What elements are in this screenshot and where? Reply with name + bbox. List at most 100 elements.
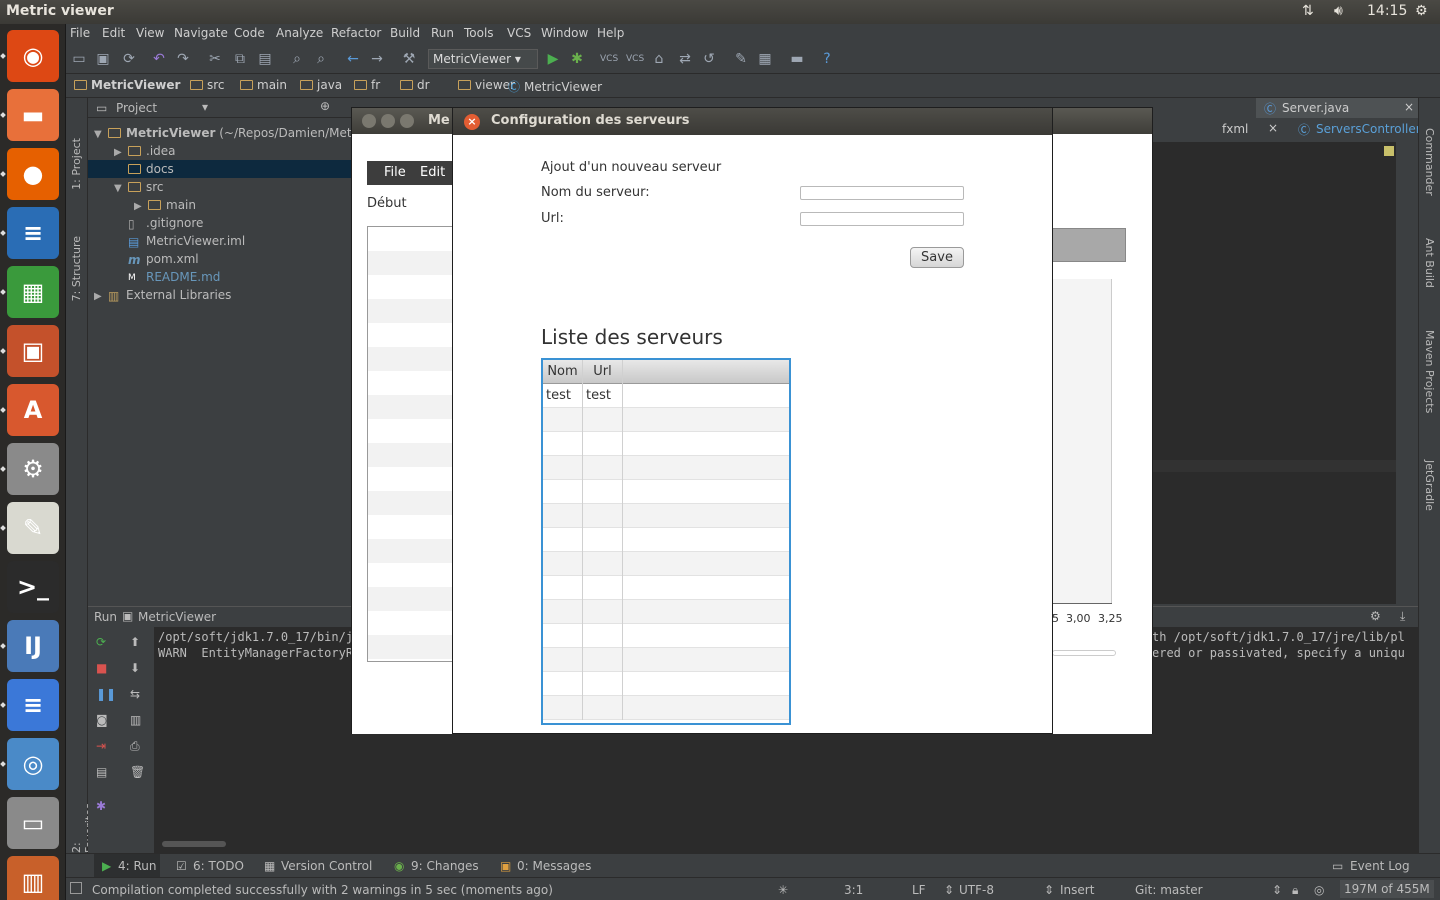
list-row[interactable]: [368, 275, 452, 299]
menu-help[interactable]: Help: [597, 26, 624, 40]
list-row[interactable]: [368, 347, 452, 371]
stop-icon[interactable]: ■: [96, 661, 107, 675]
sync-icon[interactable]: ⟳: [120, 50, 138, 68]
menu-vcs[interactable]: VCS: [507, 26, 531, 40]
table-row[interactable]: [543, 624, 789, 648]
menu-file[interactable]: File: [70, 26, 90, 40]
tool-structure[interactable]: 7: Structure: [70, 236, 83, 301]
copy-icon[interactable]: ⧉: [231, 50, 249, 68]
paste-icon[interactable]: ▤: [256, 50, 274, 68]
up-icon[interactable]: ⬆: [130, 635, 140, 649]
structure-icon[interactable]: ▦: [756, 50, 774, 68]
tab-event-log[interactable]: Event Log: [1350, 859, 1410, 873]
print-icon[interactable]: ⎙: [130, 739, 140, 754]
software-center-icon[interactable]: A: [7, 384, 59, 436]
impress-icon[interactable]: ▣: [7, 325, 59, 377]
table-row[interactable]: [543, 432, 789, 456]
project-view-select[interactable]: Project: [116, 101, 157, 115]
menu-run[interactable]: Run: [431, 26, 454, 40]
menu-refactor[interactable]: Refactor: [331, 26, 381, 40]
list-row[interactable]: [368, 371, 452, 395]
list-row[interactable]: [368, 539, 452, 563]
tree-item[interactable]: ▶ ▥ External Libraries: [88, 286, 352, 304]
git-branch[interactable]: Git: master: [1135, 883, 1203, 897]
debug-icon[interactable]: ✱: [568, 50, 586, 68]
maximize-icon[interactable]: [400, 114, 414, 128]
list-row[interactable]: [368, 611, 452, 635]
line-separator[interactable]: LF: [912, 883, 926, 897]
horizontal-scrollbar[interactable]: [162, 841, 226, 847]
menu-build[interactable]: Build: [390, 26, 420, 40]
table-row[interactable]: [543, 528, 789, 552]
breadcrumb-item[interactable]: src: [190, 78, 225, 92]
vcs-compare-icon[interactable]: ⇄: [676, 50, 694, 68]
list-row[interactable]: [368, 563, 452, 587]
code-editor[interactable]: [1152, 142, 1396, 604]
redo-icon[interactable]: ↷: [174, 50, 192, 68]
list-row[interactable]: [368, 227, 452, 251]
gear-icon[interactable]: ⚙: [1370, 609, 1381, 623]
minimize-icon[interactable]: [381, 114, 395, 128]
close-icon[interactable]: ×: [1404, 100, 1414, 114]
drive-icon[interactable]: ▭: [7, 797, 59, 849]
list-row[interactable]: [368, 323, 452, 347]
vcs-lock-icon[interactable]: ⌂: [650, 50, 668, 68]
sdk-icon[interactable]: ▬: [788, 50, 806, 68]
pin-icon[interactable]: ✱: [96, 799, 106, 813]
hide-icon[interactable]: ⤓: [1400, 609, 1405, 624]
list-row[interactable]: [368, 443, 452, 467]
tree-item[interactable]: ▼ MetricViewer (~/Repos/Damien/Metric: [88, 124, 366, 142]
volume-icon[interactable]: 🔊︎: [1334, 3, 1343, 19]
list-row[interactable]: [368, 515, 452, 539]
menu-navigate[interactable]: Navigate: [174, 26, 228, 40]
dump-icon[interactable]: ◙: [96, 713, 108, 727]
tree-item[interactable]: ▤ MetricViewer.iml: [88, 232, 352, 250]
tab-server[interactable]: Ⓒ Server.java ×: [1256, 98, 1418, 118]
run-icon[interactable]: ▶: [544, 50, 562, 68]
tool-maven[interactable]: Maven Projects: [1423, 330, 1436, 413]
tab-todo[interactable]: 6: TODO: [193, 859, 244, 873]
breadcrumb-item[interactable]: viewer: [458, 78, 515, 92]
date-list[interactable]: [367, 226, 453, 662]
list-row[interactable]: [368, 419, 452, 443]
column-header[interactable]: Url: [583, 360, 623, 384]
table-row[interactable]: [543, 456, 789, 480]
vcs-update-icon[interactable]: VCS: [600, 50, 618, 68]
vcs-commit-icon[interactable]: VCS: [626, 50, 644, 68]
open-folder-icon[interactable]: ▭: [70, 50, 88, 68]
menu-edit[interactable]: Edit: [420, 165, 445, 180]
menu-tools[interactable]: Tools: [464, 26, 494, 40]
tab-changes[interactable]: 9: Changes: [411, 859, 479, 873]
memory-indicator[interactable]: 197M of 455M: [1340, 880, 1434, 898]
table-row[interactable]: [543, 672, 789, 696]
tree-item[interactable]: docs: [88, 160, 352, 178]
list-row[interactable]: [368, 491, 452, 515]
menu-edit[interactable]: Edit: [102, 26, 125, 40]
save-all-icon[interactable]: ▣: [94, 50, 112, 68]
insert-mode[interactable]: Insert: [1060, 883, 1094, 897]
column-header[interactable]: Nom: [543, 360, 583, 384]
gear-icon[interactable]: ⚙: [1415, 3, 1428, 19]
calc-icon[interactable]: ▦: [7, 266, 59, 318]
ubuntu-dash-icon[interactable]: ◉: [7, 30, 59, 82]
breadcrumb-item[interactable]: java: [300, 78, 342, 92]
help-icon[interactable]: ?: [818, 50, 836, 68]
rerun-icon[interactable]: ⟳: [96, 635, 106, 649]
clock[interactable]: 14:15: [1367, 3, 1407, 19]
menu-view[interactable]: View: [136, 26, 164, 40]
breadcrumb-item[interactable]: Ⓒ MetricViewer: [508, 78, 602, 95]
writer-icon[interactable]: ≡: [7, 207, 59, 259]
cut-icon[interactable]: ✂: [206, 50, 224, 68]
inspector-icon[interactable]: ◎: [1314, 883, 1324, 897]
tab-servers-controller[interactable]: Ⓒ ServersController.java ×: [1298, 119, 1440, 139]
exit-icon[interactable]: ⇥: [96, 739, 106, 753]
list-row[interactable]: [368, 299, 452, 323]
menu-window[interactable]: Window: [541, 26, 588, 40]
table-row[interactable]: [543, 576, 789, 600]
down-icon[interactable]: ⬇: [130, 661, 140, 675]
tree-item[interactable]: M README.md: [88, 268, 352, 286]
tree-item[interactable]: ▶ main: [88, 196, 352, 214]
list-row[interactable]: [368, 467, 452, 491]
make-icon[interactable]: ⚒: [400, 50, 418, 68]
tool-commander[interactable]: Commander: [1423, 128, 1436, 196]
